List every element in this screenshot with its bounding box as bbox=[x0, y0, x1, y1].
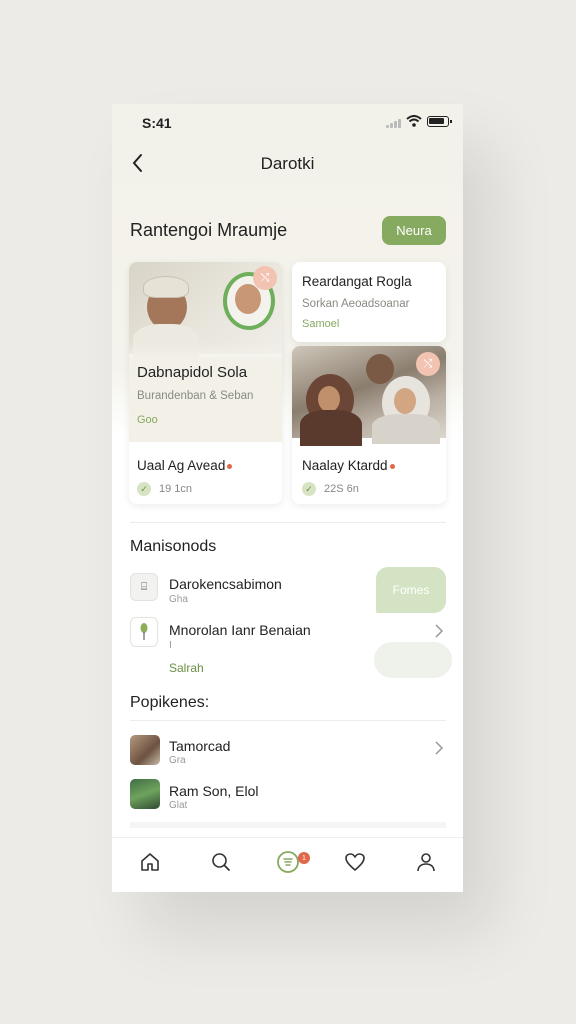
card-2-tag: Samoel bbox=[302, 318, 340, 330]
card-1-title: Dabnapidol Sola bbox=[137, 364, 248, 381]
popular-divider bbox=[130, 720, 446, 721]
calendar-icon: ⌸ bbox=[130, 573, 158, 601]
card-2-meta: ✓ 22S 6n bbox=[302, 482, 359, 496]
leaf-icon bbox=[140, 623, 148, 640]
card-2-footer-title: Naalay Ktardd bbox=[302, 458, 395, 473]
card-2-title: Reardangat Rogla bbox=[302, 274, 412, 289]
featured-section-title: Rantengoi Mraumje bbox=[130, 220, 288, 240]
plant-icon bbox=[130, 617, 158, 647]
list-end-divider bbox=[130, 822, 446, 828]
card-1-footer-text: Uaal Ag Avead bbox=[137, 458, 226, 473]
new-button[interactable]: Neura bbox=[382, 216, 446, 245]
unread-dot bbox=[389, 463, 395, 469]
person-3-body bbox=[300, 410, 362, 446]
card-2-share-badge[interactable]: ⤭ bbox=[416, 352, 440, 376]
center-action-icon[interactable] bbox=[276, 850, 300, 874]
maniso-item-1-title[interactable]: Darokencsabimon bbox=[169, 576, 282, 592]
status-bar: S:41 bbox=[112, 104, 463, 140]
notification-badge: 1 bbox=[298, 852, 310, 864]
popular-item-2-title[interactable]: Ram Son, Elol bbox=[169, 783, 258, 799]
status-time: S:41 bbox=[142, 115, 172, 131]
popular-item-1-thumb bbox=[130, 735, 160, 765]
person-2-face bbox=[235, 284, 261, 314]
card-1-share-badge[interactable]: ⤭ bbox=[253, 266, 277, 290]
maniso-section-title: Manisonods bbox=[130, 538, 217, 555]
home-icon[interactable] bbox=[138, 850, 162, 874]
unread-dot bbox=[227, 463, 233, 469]
person-1-cap bbox=[143, 276, 189, 298]
featured-card-1[interactable]: ⤭ Dabnapidol Sola Burandenban & Seban Go… bbox=[129, 262, 282, 504]
profile-icon[interactable] bbox=[414, 850, 438, 874]
card-1-subtitle: Burandenban & Seban bbox=[137, 390, 254, 402]
signal-icon bbox=[386, 118, 402, 128]
maniso-link[interactable]: Salrah bbox=[169, 661, 204, 675]
featured-card-2[interactable]: ⤭ Naalay Ktardd ✓ 22S 6n bbox=[292, 346, 446, 504]
search-icon[interactable] bbox=[209, 850, 233, 874]
card-1-tag: Goo bbox=[137, 414, 158, 426]
popular-item-2-subtitle: Glat bbox=[169, 800, 188, 811]
phone-screen: S:41 Darotki Rantengoi Mraumje Neura ⤭ D… bbox=[112, 104, 463, 892]
person-3-face bbox=[318, 386, 340, 412]
card-1-meta-text: 19 1cn bbox=[159, 483, 193, 495]
nav-header: Darotki bbox=[112, 144, 463, 184]
card-2-meta-text: 22S 6n bbox=[324, 483, 359, 495]
tab-bar: 1 bbox=[112, 837, 463, 892]
check-icon: ✓ bbox=[137, 482, 151, 496]
page-title: Darotki bbox=[260, 154, 315, 173]
popular-item-1-subtitle: Gra bbox=[169, 755, 186, 766]
person-4-head bbox=[366, 354, 394, 384]
person-5-face bbox=[394, 388, 416, 414]
card-1-meta: ✓ 19 1cn bbox=[137, 482, 192, 496]
chevron-right-icon[interactable] bbox=[434, 741, 444, 755]
card-2-subtitle: Sorkan Aeoadsoanar bbox=[302, 298, 410, 310]
popular-section-title: Popikenes: bbox=[130, 694, 210, 711]
maniso-item-1-subtitle: Gha bbox=[169, 594, 188, 605]
featured-card-2-header[interactable]: Reardangat Rogla Sorkan Aeoadsoanar Samo… bbox=[292, 262, 446, 342]
card-1-footer-title: Uaal Ag Avead bbox=[137, 458, 233, 473]
person-5-body bbox=[372, 414, 440, 444]
battery-icon bbox=[427, 116, 452, 127]
decorative-blob bbox=[374, 642, 452, 678]
chevron-right-icon[interactable] bbox=[434, 624, 444, 638]
heart-icon[interactable] bbox=[343, 850, 367, 874]
card-2-footer-text: Naalay Ktardd bbox=[302, 458, 388, 473]
chat-bubble[interactable]: Fomes bbox=[376, 567, 446, 613]
maniso-item-2-title[interactable]: Mnorolan Ianr Benaian bbox=[169, 622, 311, 638]
section-divider bbox=[130, 522, 446, 523]
popular-item-1-title[interactable]: Tamorcad bbox=[169, 738, 230, 754]
wifi-icon bbox=[406, 115, 422, 127]
popular-item-2-thumb bbox=[130, 779, 160, 809]
check-icon: ✓ bbox=[302, 482, 316, 496]
maniso-item-2-subtitle: I bbox=[169, 640, 172, 651]
